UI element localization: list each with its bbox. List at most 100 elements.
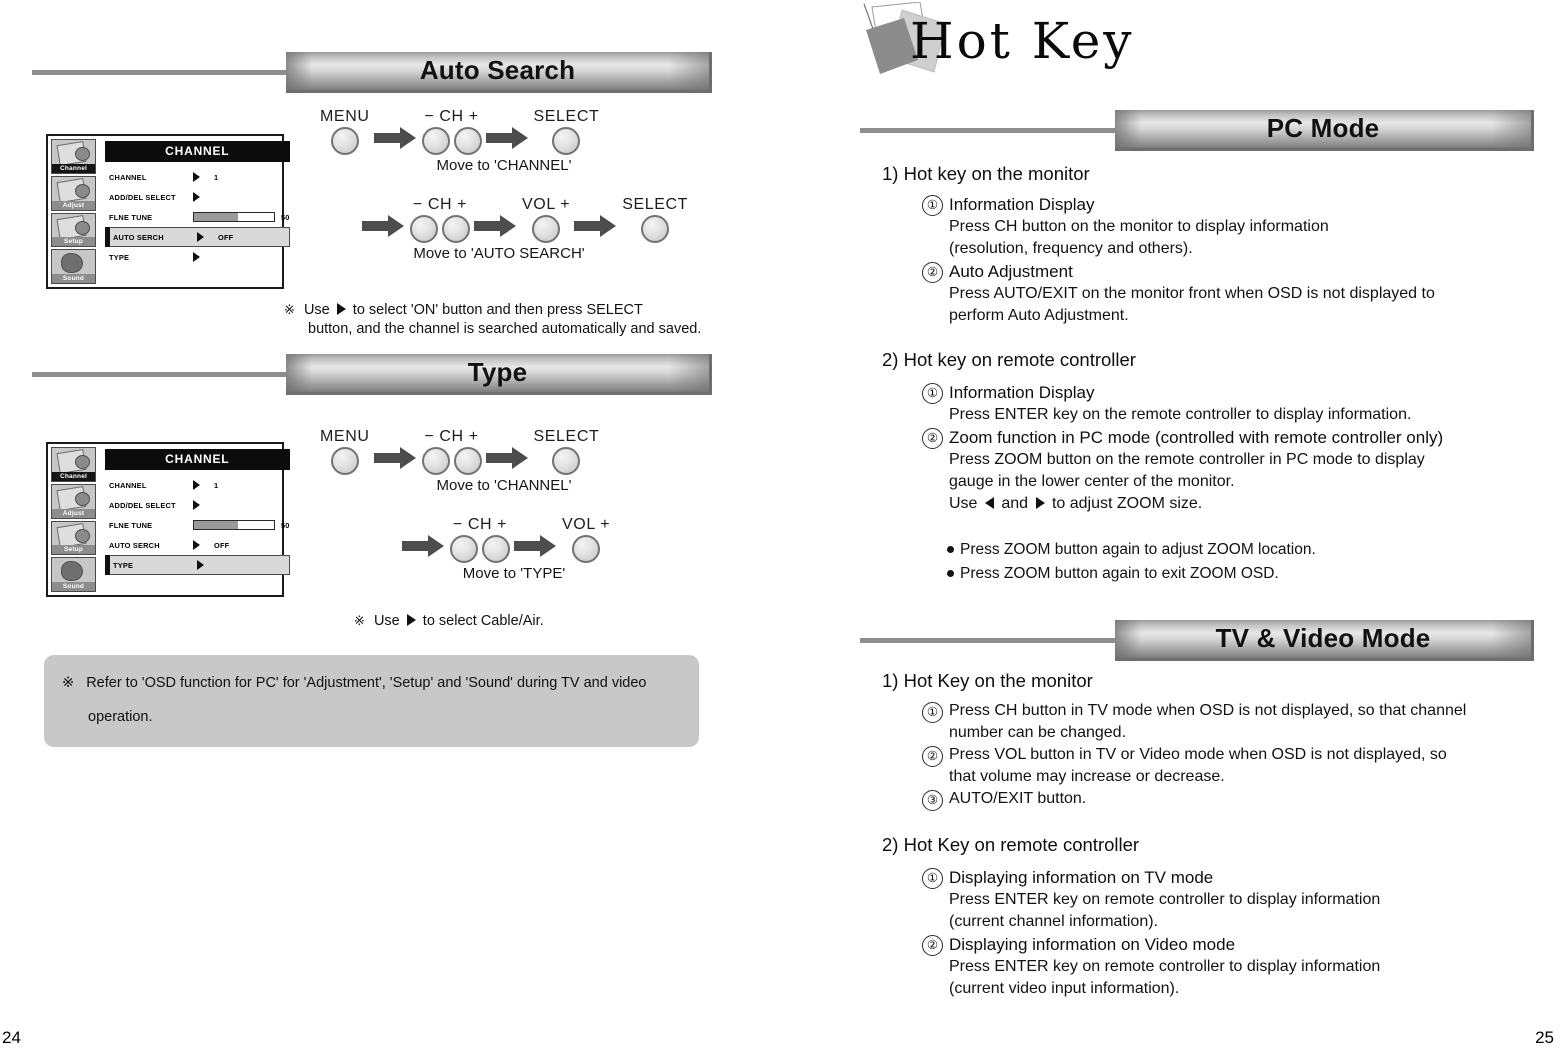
osd-sidebar-item-setup[interactable]: Setup bbox=[51, 520, 96, 556]
osd-sidebar-label: Adjust bbox=[52, 200, 95, 210]
bullet-list: Press ZOOM button again to adjust ZOOM l… bbox=[947, 538, 1547, 586]
ch-plus-button[interactable] bbox=[482, 535, 510, 563]
menu-button[interactable] bbox=[330, 127, 359, 155]
banner-title: Auto Search bbox=[419, 55, 576, 85]
osd-sidebar-label: Setup bbox=[52, 237, 95, 247]
osd-sidebar-item-sound[interactable]: Sound bbox=[51, 249, 96, 284]
right-triangle-icon bbox=[1035, 497, 1045, 509]
ch-plus-button[interactable] bbox=[453, 127, 482, 155]
osd-sidebar-item-setup[interactable]: Setup bbox=[51, 212, 96, 248]
select-button[interactable] bbox=[641, 215, 670, 243]
arrow-icon bbox=[485, 123, 530, 153]
section-heading: 2) Hot key on remote controller bbox=[882, 349, 1136, 370]
item-text: Press CH button on the monitor to displa… bbox=[949, 218, 1329, 235]
section-heading: 2) Hot Key on remote controller bbox=[882, 834, 1140, 855]
hint-type: ※ Use to select Cable/Air. bbox=[354, 611, 544, 631]
item-heading: Displaying information on TV mode bbox=[949, 868, 1214, 887]
banner-plate: PC Mode bbox=[1115, 109, 1534, 151]
osd-sidebar-item-channel[interactable]: Channel bbox=[51, 447, 96, 482]
ch-minus-button[interactable] bbox=[421, 447, 450, 475]
osd-row-value: OFF bbox=[218, 232, 234, 242]
logo-text: Hot Key bbox=[910, 12, 1135, 70]
button-group-select: SELECT bbox=[534, 108, 600, 155]
item-text: Press ENTER key on remote controller to … bbox=[949, 891, 1381, 908]
osd-row-value: OFF bbox=[214, 540, 230, 550]
adjust-icon-badge bbox=[75, 491, 90, 506]
osd-row[interactable]: ADD/DEL SELECT bbox=[105, 187, 290, 207]
ch-minus-button[interactable] bbox=[450, 535, 478, 563]
item-number: ② bbox=[922, 935, 943, 956]
note-line: operation. bbox=[88, 709, 153, 725]
right-triangle-icon bbox=[193, 500, 200, 510]
banner-title: Type bbox=[467, 357, 528, 387]
item-text: (current channel information). bbox=[949, 913, 1158, 930]
ch-minus-button[interactable] bbox=[410, 215, 438, 243]
bullet-item: Press ZOOM button again to adjust ZOOM l… bbox=[947, 538, 1547, 562]
osd-row[interactable]: CHANNEL 1 bbox=[105, 475, 290, 495]
osd-row-selected[interactable]: AUTO SERCH OFF bbox=[105, 227, 290, 247]
banner-tv-video-mode: TV & Video Mode bbox=[860, 618, 1534, 662]
osd-row-label: AUTO SERCH bbox=[109, 540, 160, 550]
hint-text: to select Cable/Air. bbox=[422, 613, 544, 629]
banner-plate: Auto Search bbox=[286, 51, 712, 93]
fine-tune-slider[interactable] bbox=[193, 520, 275, 530]
button-group-ch: − CH + bbox=[450, 516, 510, 563]
arrow-icon bbox=[402, 531, 446, 561]
arrow-icon bbox=[373, 123, 418, 153]
osd-row[interactable]: ADD/DEL SELECT bbox=[105, 495, 290, 515]
flow-type-row1: MENU − CH + SELECT Move to 'CHANNEL' bbox=[320, 428, 604, 494]
button-group-select: SELECT bbox=[622, 196, 688, 243]
osd-panel-type: Channel Adjust Setup Sound CHANNEL CHANN… bbox=[46, 442, 290, 597]
osd-sidebar-item-adjust[interactable]: Adjust bbox=[51, 175, 96, 211]
page-right: Hot Key PC Mode 1) Hot key on the monito… bbox=[782, 0, 1564, 1062]
menu-button[interactable] bbox=[330, 447, 359, 475]
vol-plus-button[interactable] bbox=[532, 215, 561, 243]
ch-plus-button[interactable] bbox=[442, 215, 470, 243]
arrow-icon bbox=[362, 211, 406, 241]
item-number: ③ bbox=[922, 790, 943, 811]
section-heading: 1) Hot key on the monitor bbox=[882, 163, 1090, 184]
note-line: ※ Refer to 'OSD function for PC' for 'Ad… bbox=[62, 675, 647, 691]
hint-text: to select 'ON' button and then press SEL… bbox=[352, 302, 643, 318]
osd-sidebar-item-adjust[interactable]: Adjust bbox=[51, 483, 96, 519]
osd-row[interactable]: TYPE bbox=[105, 247, 290, 267]
osd-row[interactable]: AUTO SERCH OFF bbox=[105, 535, 290, 555]
osd-sidebar-label: Sound bbox=[52, 582, 95, 591]
button-label: − CH + bbox=[424, 428, 479, 445]
banner-auto-search: Auto Search bbox=[32, 50, 712, 94]
osd-row[interactable]: FLNE TUNE 50 bbox=[105, 207, 290, 227]
reference-mark-icon: ※ bbox=[284, 302, 295, 317]
right-triangle-icon bbox=[197, 560, 204, 570]
ch-minus-button[interactable] bbox=[421, 127, 450, 155]
osd-row-value: 1 bbox=[214, 480, 219, 490]
bullet-dot-icon bbox=[947, 570, 954, 577]
item-heading: Information Display bbox=[949, 195, 1095, 214]
item-text: Press CH button in TV mode when OSD is n… bbox=[949, 702, 1467, 719]
vol-plus-button[interactable] bbox=[572, 535, 601, 563]
osd-row[interactable]: FLNE TUNE 50 bbox=[105, 515, 290, 535]
osd-row[interactable]: CHANNEL 1 bbox=[105, 167, 290, 187]
osd-panel-auto-search: Channel Adjust Setup Sound CHANNEL CHANN… bbox=[46, 134, 290, 289]
button-label: VOL + bbox=[562, 516, 611, 533]
reference-mark-icon: ※ bbox=[62, 675, 75, 691]
select-button[interactable] bbox=[552, 127, 581, 155]
setup-icon-badge bbox=[75, 528, 90, 543]
bullet-text: Press ZOOM button again to adjust ZOOM l… bbox=[960, 541, 1316, 558]
fine-tune-slider[interactable] bbox=[193, 212, 275, 222]
right-triangle-icon bbox=[193, 252, 200, 262]
hint-text: button, and the channel is searched auto… bbox=[308, 321, 702, 337]
ch-plus-button[interactable] bbox=[453, 447, 482, 475]
list-item: ① Press CH button in TV mode when OSD is… bbox=[922, 700, 1542, 744]
section-heading: 1) Hot Key on the monitor bbox=[882, 670, 1093, 691]
osd-title: CHANNEL bbox=[105, 449, 290, 470]
arrow-icon bbox=[485, 443, 530, 473]
list-item: ② Press VOL button in TV or Video mode w… bbox=[922, 744, 1542, 788]
item-heading: Information Display bbox=[949, 383, 1095, 402]
osd-sidebar-item-channel[interactable]: Channel bbox=[51, 139, 96, 174]
osd-row-selected[interactable]: TYPE bbox=[105, 555, 290, 575]
item-number: ② bbox=[922, 746, 943, 767]
osd-sidebar-item-sound[interactable]: Sound bbox=[51, 557, 96, 592]
channel-icon-badge bbox=[75, 455, 90, 469]
osd-row-label: TYPE bbox=[109, 252, 130, 262]
select-button[interactable] bbox=[552, 447, 581, 475]
